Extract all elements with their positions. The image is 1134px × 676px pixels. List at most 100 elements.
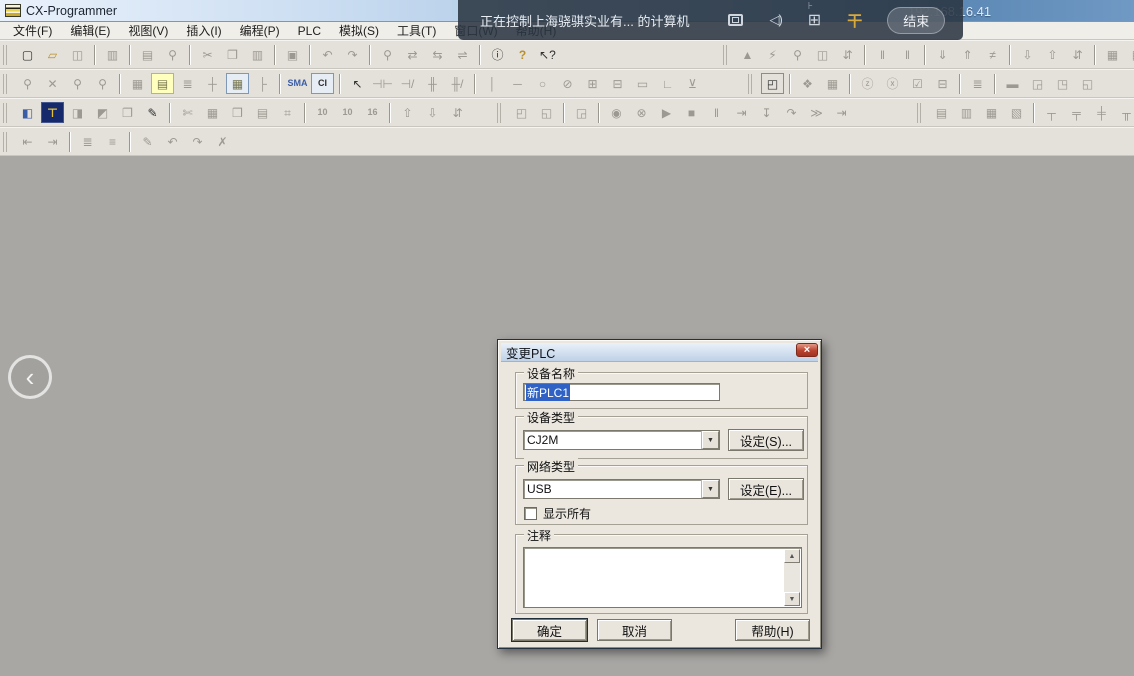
plc-io-table-button[interactable]: ▦ (201, 102, 224, 123)
show-comments-button[interactable]: ▤ (151, 73, 174, 94)
device-type-dropdown-arrow-icon[interactable]: ▼ (702, 431, 719, 449)
simulator-window-2-button[interactable]: ◱ (535, 102, 558, 123)
online-simulation-button[interactable]: ◉ (605, 102, 628, 123)
device-name-input[interactable]: 新PLC1 (523, 383, 720, 401)
new-or-contact-button[interactable]: ╫ (421, 73, 444, 94)
simulator-window-1-button[interactable]: ◰ (510, 102, 533, 123)
toolbar-grip[interactable] (497, 103, 504, 123)
context-help-button[interactable]: ↖? (536, 44, 559, 65)
new-contact-button[interactable]: ⊣⊢ (371, 73, 394, 94)
fullscreen-icon[interactable] (728, 14, 743, 26)
new-file-button[interactable]: ▢ (16, 44, 39, 65)
set-bit-button[interactable]: ◲ (1026, 73, 1049, 94)
pause-button[interactable]: ‖ (896, 44, 919, 65)
toolbar-grip[interactable] (3, 74, 10, 94)
sim-stop-button[interactable]: ■ (680, 102, 703, 123)
pause-with-sync-button[interactable]: ‖ (871, 44, 894, 65)
about-button[interactable]: ⓘ (486, 44, 509, 65)
network-type-settings-button[interactable]: 设定(E)... (728, 478, 804, 500)
monitor-signed-decimal-button[interactable]: 10 (336, 102, 359, 123)
toggle-watch-window-button[interactable]: ◨ (66, 102, 89, 123)
menu-s[interactable]: 模拟(S) (330, 21, 388, 40)
print-preview-button[interactable]: ⚲ (161, 44, 184, 65)
sim-step-button[interactable]: ⇥ (730, 102, 753, 123)
invert-instruction-button[interactable]: ∟ (656, 73, 679, 94)
view-mnemonics-button[interactable]: SMA (286, 73, 309, 94)
time-chart-1-button[interactable]: ┬ (1040, 102, 1063, 123)
save-project-button[interactable]: ◫ (66, 44, 89, 65)
toggle-cross-ref-window-button[interactable]: ◩ (91, 102, 114, 123)
overlay-handle-icon[interactable]: ⊦ (808, 1, 813, 12)
program-check-button[interactable]: ❒ (226, 102, 249, 123)
comment-input[interactable]: ▲ ▼ (523, 547, 802, 608)
indent-rung-button[interactable]: ⇥ (41, 131, 64, 152)
add-window-icon[interactable]: ⊞ (808, 10, 821, 30)
redo-button[interactable]: ↷ (341, 44, 364, 65)
toolbar-grip[interactable] (3, 45, 10, 65)
memory-view-button[interactable]: ⌗ (276, 102, 299, 123)
new-closed-coil-button[interactable]: ⊘ (556, 73, 579, 94)
copy-button[interactable]: ❐ (221, 44, 244, 65)
new-function-block-button[interactable]: ▭ (631, 73, 654, 94)
network-type-dropdown-arrow-icon[interactable]: ▼ (702, 480, 719, 498)
new-horizontal-button[interactable]: ─ (506, 73, 529, 94)
show-rungs-as-list-button[interactable]: ▦ (226, 73, 249, 94)
help-button[interactable]: ? (511, 44, 534, 65)
new-closed-contact-button[interactable]: ⊣/ (396, 73, 419, 94)
stop-simulation-button[interactable]: ⊗ (630, 102, 653, 123)
monitor-window-button[interactable]: ◰ (761, 73, 784, 94)
volume-icon[interactable]: ◁) (769, 12, 781, 28)
show-rung-annotations-button[interactable]: ≣ (176, 73, 199, 94)
reset-bit-button[interactable]: ◳ (1051, 73, 1074, 94)
replace-button[interactable]: ⇄ (401, 44, 424, 65)
properties-button[interactable]: ✎ (141, 102, 164, 123)
find-button[interactable]: ⚲ (376, 44, 399, 65)
mark-delete-button[interactable]: ✗ (211, 131, 234, 152)
rung-comment-list-button[interactable]: ▤ (251, 102, 274, 123)
sim-pause-button[interactable]: ‖ (705, 102, 728, 123)
monitor-dim-button[interactable]: ▬ (1001, 73, 1024, 94)
watch-sheet-button[interactable]: ❖ (796, 73, 819, 94)
menu-p[interactable]: 编程(P) (231, 21, 289, 40)
auto-online-button[interactable]: ⚡ (761, 44, 784, 65)
new-instruction-button[interactable]: ⊞ (581, 73, 604, 94)
pause-monitor-warning-button[interactable]: ◫ (811, 44, 834, 65)
end-session-button[interactable]: 结束 (887, 7, 945, 34)
force-cancel-button[interactable]: ⊟ (931, 73, 954, 94)
comment-scrollbar[interactable]: ▲ ▼ (784, 549, 800, 606)
cross-reference-report-button[interactable]: ✄ (176, 102, 199, 123)
monitor-io-comment-button[interactable]: ┼ (201, 73, 224, 94)
toolbar-grip[interactable] (3, 132, 10, 152)
view-ci-button[interactable]: CI (311, 73, 334, 94)
back-overlay-button[interactable]: ‹ (8, 355, 52, 399)
debug-mode-button[interactable]: ▦ (1126, 44, 1134, 65)
align-outline-button[interactable]: ≡ (101, 131, 124, 152)
data-compare-button[interactable]: ⇵ (1066, 44, 1089, 65)
menu-i[interactable]: 插入(I) (177, 21, 230, 40)
toolbar-grip[interactable] (723, 45, 730, 65)
new-coil-button[interactable]: ○ (531, 73, 554, 94)
paste-rung-button[interactable]: ▣ (281, 44, 304, 65)
force-confirm-button[interactable]: ☑ (906, 73, 929, 94)
cut-button[interactable]: ✂ (196, 44, 219, 65)
force-reset-button[interactable]: ⓧ (881, 73, 904, 94)
print-button[interactable]: ▤ (136, 44, 159, 65)
mark-insert-button[interactable]: ✎ (136, 131, 159, 152)
compare-with-plc-button[interactable]: ≠ (981, 44, 1004, 65)
menu-plc[interactable]: PLC (289, 23, 330, 39)
show-symbol-tree-button[interactable]: ├ (251, 73, 274, 94)
monitor-hex-button[interactable]: 16 (361, 102, 384, 123)
new-closed-instruction-button[interactable]: ⊟ (606, 73, 629, 94)
device-type-settings-button[interactable]: 设定(S)... (728, 429, 804, 451)
sim-run-button[interactable]: ▶ (655, 102, 678, 123)
sim-continuous-button[interactable]: ≫ (805, 102, 828, 123)
transfer-from-plc-button[interactable]: ⇑ (956, 44, 979, 65)
remote-tools-icon[interactable]: 干 (847, 10, 862, 31)
menu-e[interactable]: 编辑(E) (61, 21, 119, 40)
paste-button[interactable]: ▥ (246, 44, 269, 65)
symbol-list-button[interactable]: ≣ (966, 73, 989, 94)
cancel-button[interactable]: 取消 (597, 619, 672, 641)
trace-read-button[interactable]: ▦ (980, 102, 1003, 123)
open-project-button[interactable]: ▱ (41, 44, 64, 65)
change-address-button[interactable]: ⇆ (426, 44, 449, 65)
